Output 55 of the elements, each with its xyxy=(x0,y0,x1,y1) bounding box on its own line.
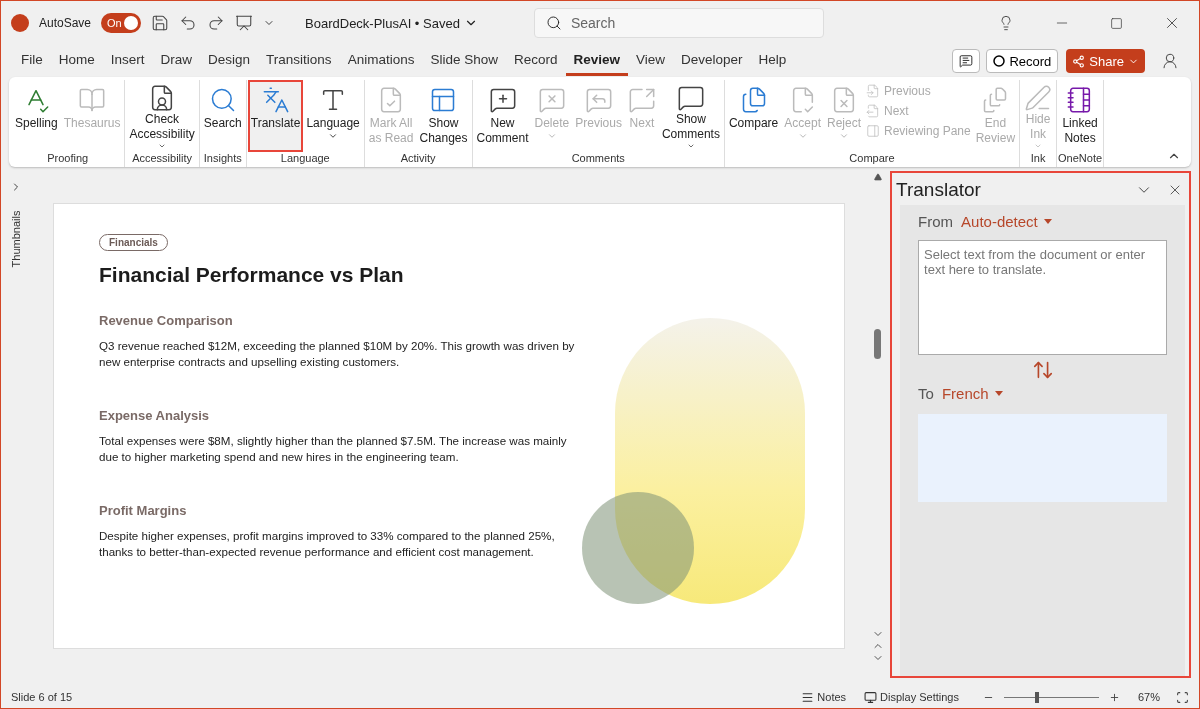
section-heading: Revenue Comparison xyxy=(99,313,234,328)
ribbon-button[interactable]: Spelling xyxy=(12,80,61,152)
ribbon-tab[interactable]: Animations xyxy=(339,46,423,76)
ribbon-button[interactable]: Translate xyxy=(247,80,304,152)
share-button[interactable]: Share xyxy=(1066,49,1145,73)
ribbon-tab[interactable]: File xyxy=(13,46,51,76)
section-body: Q3 revenue reached $12M, exceeding the planned $10M by 20%. This growth was driven by new enterprise contracts and upselling existing customers. xyxy=(99,338,576,370)
group-label: Language xyxy=(280,152,330,166)
record-button[interactable]: Record xyxy=(986,49,1059,73)
slide-title: Financial Performance vs Plan xyxy=(99,263,405,287)
ribbon-tab[interactable]: Help xyxy=(750,46,795,76)
search-field[interactable]: Search xyxy=(533,8,824,38)
autosave-label: AutoSave xyxy=(39,16,92,30)
group-label: Comments xyxy=(571,152,625,166)
to-label: To xyxy=(918,385,934,402)
group-label: Compare xyxy=(849,152,895,166)
source-language-dropdown[interactable]: Auto-detect xyxy=(961,213,1052,230)
group-label: Accessibility xyxy=(132,152,193,166)
display-settings-button[interactable]: Display Settings xyxy=(864,690,959,704)
ribbon-button[interactable]: Language xyxy=(303,80,363,152)
pane-title: Translator xyxy=(896,179,982,201)
ribbon-button[interactable]: Show Changes xyxy=(416,80,471,152)
group-label: Insights xyxy=(203,152,242,166)
ribbon-button[interactable]: Compare xyxy=(725,80,782,152)
ribbon-tab[interactable]: Developer xyxy=(673,46,751,76)
ribbon-tab[interactable]: Draw xyxy=(152,46,201,76)
group-label: Proofing xyxy=(47,152,89,166)
from-label: From xyxy=(918,213,954,230)
group-label: OneNote xyxy=(1058,152,1103,166)
notes-button[interactable]: Notes xyxy=(801,690,847,704)
ribbon-button[interactable]: Linked Notes xyxy=(1059,80,1101,152)
group-label: Ink xyxy=(1030,152,1046,166)
zoom-reading: 67% xyxy=(1137,691,1160,703)
ribbon-tab[interactable]: Design xyxy=(200,46,259,76)
section-heading: Expense Analysis xyxy=(99,408,211,423)
group-label: Activity xyxy=(400,152,436,166)
ribbon-button[interactable]: Search xyxy=(200,80,245,152)
section-body: Total expenses were $8M, slightly higher than the planned $7.5M. The increase was mainly due to higher marketing spend and new hires in the engineering team. xyxy=(99,433,568,465)
target-language-dropdown[interactable]: French xyxy=(941,385,1003,402)
document-title[interactable]: BoardDeck-PlusAI • Saved xyxy=(299,14,484,32)
ribbon-button[interactable]: New Comment xyxy=(473,80,532,152)
slide-counter: Slide 6 of 15 xyxy=(11,691,73,703)
autosave-toggle[interactable]: On xyxy=(101,13,142,33)
ribbon-tab[interactable]: Record xyxy=(505,46,566,76)
ribbon-tab[interactable]: View xyxy=(628,46,674,76)
section-body: Despite higher expenses, profit margins improved to 33% compared to the planned 25%, thanks to better-than-expected revenue performance and efficient cost management. xyxy=(99,528,556,560)
ribbon-tab[interactable]: Home xyxy=(50,46,103,76)
thumbnails-label[interactable]: Thumbnails xyxy=(10,210,22,268)
section-heading: Profit Margins xyxy=(99,503,188,518)
ribbon-tab[interactable]: Transitions xyxy=(258,46,340,76)
ribbon-tab[interactable]: Insert xyxy=(102,46,153,76)
ribbon-tab[interactable]: Slide Show xyxy=(422,46,506,76)
ribbon-button[interactable]: Show Comments xyxy=(658,80,723,152)
source-text-field[interactable]: Select text from the document or enter text here to translate. xyxy=(918,240,1167,355)
ribbon-button[interactable]: Check Accessibility xyxy=(126,80,198,152)
